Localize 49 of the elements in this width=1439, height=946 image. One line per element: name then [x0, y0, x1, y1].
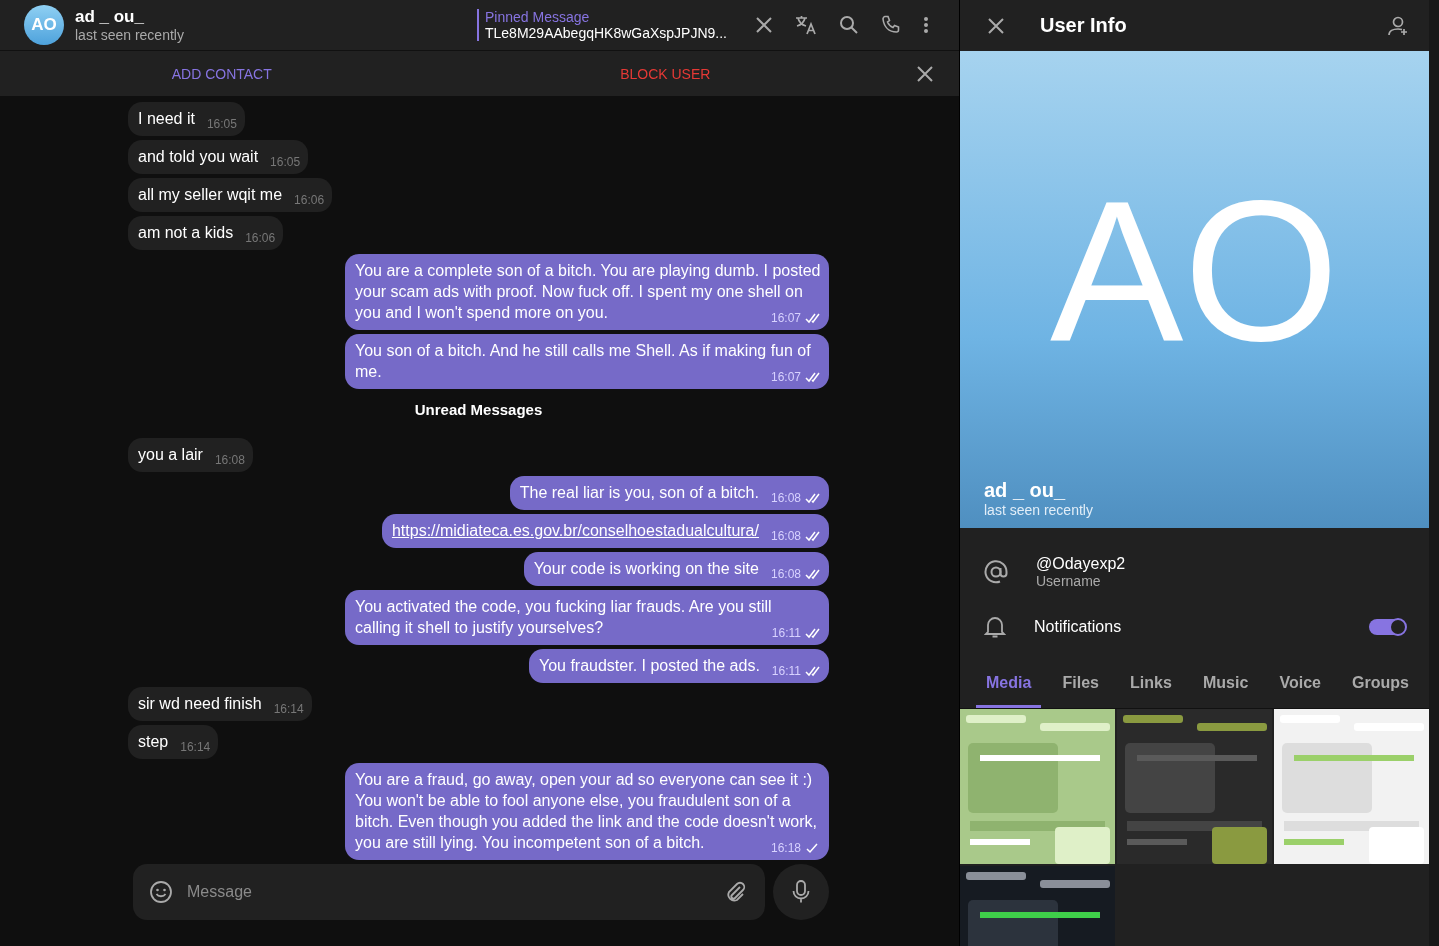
pinned-message[interactable]: Pinned Message TLe8M29AAbegqHK8wGaXspJPJN9...: [477, 9, 735, 41]
media-tab[interactable]: Groups: [1342, 664, 1419, 708]
close-icon[interactable]: [755, 16, 773, 34]
message-bubble: you a lair 16:08: [128, 438, 253, 472]
profile-avatar: AO ad _ ou_ last seen recently: [960, 51, 1429, 528]
message-bubble: https://midiateca.es.gov.br/conselhoestadualcultura/ 16:08: [381, 514, 829, 548]
contact-status: last seen recently: [75, 27, 184, 43]
media-tab[interactable]: Voice: [1269, 664, 1331, 708]
microphone-icon: [792, 880, 810, 904]
contact-name: ad _ ou_: [75, 7, 145, 27]
message-input[interactable]: Message: [185, 882, 713, 902]
add-contact-button[interactable]: ADD CONTACT: [0, 51, 444, 96]
add-user-icon[interactable]: [1387, 14, 1409, 37]
notifications-toggle[interactable]: [1369, 619, 1405, 635]
message-bubble: You son of a bitch. And he still calls me Shell. As if making fun of me. 16:07: [345, 334, 829, 389]
message-bubble: The real liar is you, son of a bitch. 16:08: [509, 476, 829, 510]
username-value[interactable]: @Odayexp2: [1036, 555, 1126, 573]
media-tab[interactable]: Links: [1120, 664, 1182, 708]
message-bubble: You activated the code, you fucking liar frauds. Are you still calling it shell to justify yourselves? 16:11: [345, 590, 829, 645]
at-sign-icon: [984, 560, 1008, 584]
phone-icon[interactable]: [881, 15, 901, 35]
media-tab[interactable]: Music: [1193, 664, 1259, 708]
close-icon[interactable]: [917, 65, 933, 82]
close-icon[interactable]: [988, 17, 1004, 34]
block-user-button[interactable]: BLOCK USER: [443, 51, 887, 96]
translate-icon[interactable]: [795, 15, 817, 35]
message-bubble: all my seller wqit me 16:06: [128, 178, 333, 212]
message-bubble: and told you wait 16:05: [128, 140, 309, 174]
microphone-button[interactable]: [773, 864, 829, 920]
search-icon[interactable]: [839, 15, 859, 35]
emoji-icon[interactable]: [149, 880, 173, 904]
message-bubble: You are a complete son of a bitch. You are playing dumb. I posted your scam ads with proof. Now fuck off. I spent my one shell on you and I won't spend more on you. 16:07: [345, 254, 829, 330]
message-bubble: I need it 16:05: [128, 102, 245, 136]
username-label: Username: [1036, 573, 1102, 589]
notifications-label: Notifications: [1034, 618, 1122, 636]
message-field[interactable]: Message: [133, 864, 765, 920]
media-tab[interactable]: Files: [1052, 664, 1109, 708]
message-bubble: am not a kids 16:06: [128, 216, 284, 250]
panel-title: User Info: [1040, 14, 1127, 37]
message-bubble: Your code is working on the site 16:08: [523, 552, 829, 586]
message-bubble: step 16:14: [128, 725, 219, 759]
unread-divider: Unread Messages: [413, 400, 544, 420]
bell-icon: [984, 615, 1006, 639]
message-bubble: sir wd need finish 16:14: [128, 687, 312, 721]
message-link[interactable]: https://midiateca.es.gov.br/conselhoestadualcultura/: [391, 522, 759, 539]
message-bubble: You are a fraud, go away, open your ad so everyone can see it :) You won't be able to fool anyone else, you fraudulent son of a bitch. Even though you added the link and the code doesn't work, you are still lying. You incompetent son of a bitch. 16:18: [345, 763, 829, 860]
message-bubble: You fraudster. I posted the ads. 16:11: [528, 649, 829, 683]
more-icon[interactable]: [923, 16, 929, 34]
attach-icon[interactable]: [725, 881, 747, 903]
